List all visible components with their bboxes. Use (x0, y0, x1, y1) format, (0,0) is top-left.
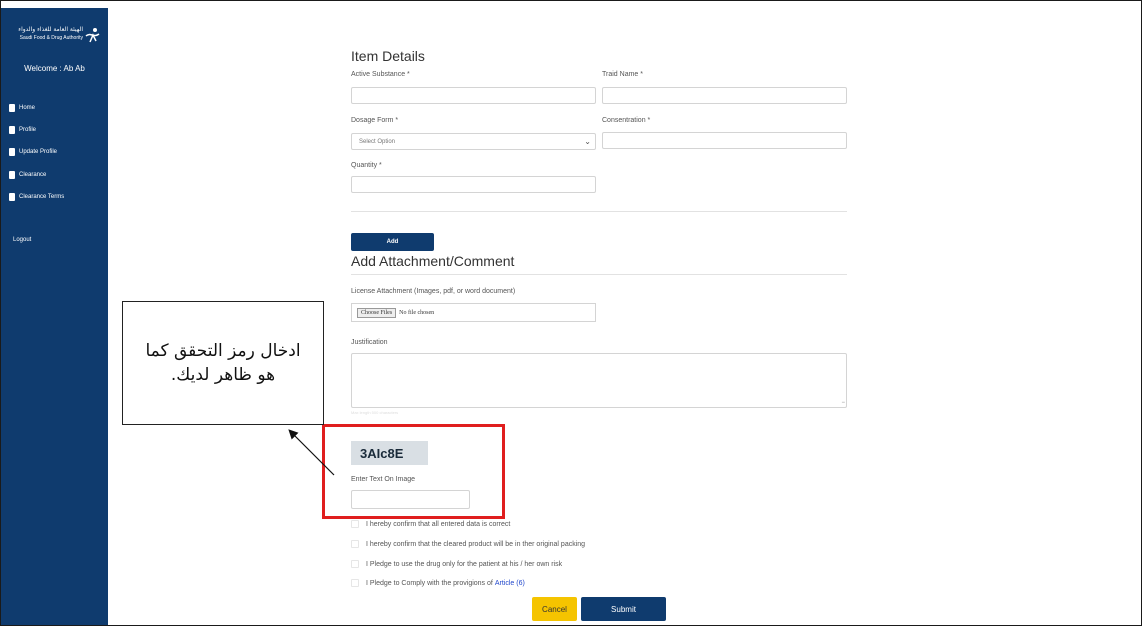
callout-arrow-icon (288, 429, 335, 476)
screenshot-frame: الهيئة العامة للغذاء والدواء Saudi Food … (0, 0, 1142, 626)
